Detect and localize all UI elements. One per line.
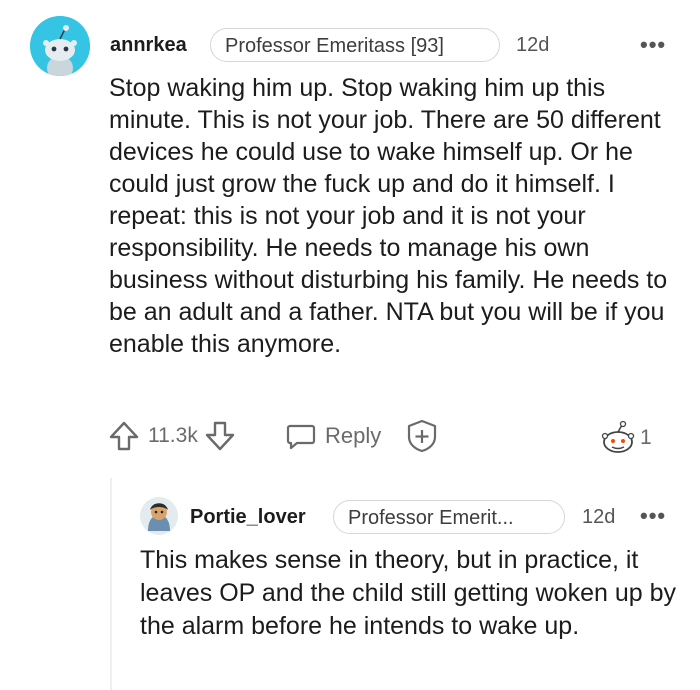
upvote-icon[interactable] — [108, 420, 140, 452]
user-avatar[interactable] — [30, 16, 90, 76]
reply-bubble-icon — [285, 420, 317, 452]
downvote-icon[interactable] — [204, 420, 236, 452]
vote-controls: 11.3k — [108, 418, 236, 454]
award-icon — [600, 420, 638, 456]
reply-username[interactable]: Portie_lover — [190, 506, 306, 529]
comment-timestamp: 12d — [516, 34, 550, 56]
add-award-icon[interactable] — [404, 419, 440, 458]
more-options-button[interactable]: ••• — [640, 32, 666, 58]
reply-label: Reply — [325, 423, 382, 448]
reply-body: This makes sense in theory, but in pract… — [140, 546, 676, 640]
reply-avatar-icon — [140, 497, 178, 535]
reply-timestamp: 12d — [582, 506, 616, 528]
reply-user-flair: Professor Emerit... — [333, 500, 565, 534]
award-count-value: 1 — [640, 426, 652, 449]
vote-score: 11.3k — [148, 424, 198, 447]
comment-username[interactable]: annrkea — [110, 34, 187, 57]
thread-line[interactable] — [110, 478, 112, 690]
comment-body: Stop waking him up. Stop waking him up t… — [109, 74, 668, 358]
reply-button[interactable]: Reply — [285, 418, 381, 454]
user-flair: Professor Emeritass [93] — [210, 28, 500, 62]
reply-more-options-button[interactable]: ••• — [640, 503, 666, 529]
reply-user-avatar[interactable] — [140, 497, 178, 535]
award-count[interactable]: 1 — [600, 420, 652, 456]
snoo-avatar-icon — [30, 16, 90, 76]
